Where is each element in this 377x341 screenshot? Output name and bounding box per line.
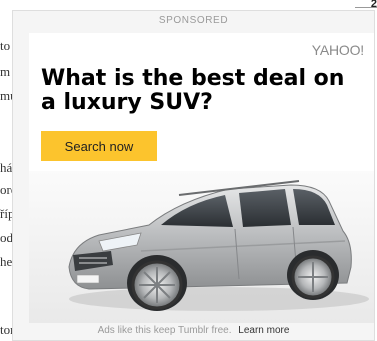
corner-counter: 2 bbox=[355, 0, 377, 8]
article-line: to bbox=[0, 38, 11, 53]
car-icon bbox=[68, 180, 369, 311]
yahoo-logo: YAHOO! bbox=[311, 42, 364, 58]
sponsored-ad-card[interactable]: SPONSORED YAHOO! What is the best deal o… bbox=[12, 10, 375, 341]
footer-text: Ads like this keep Tumblr free. bbox=[97, 325, 232, 336]
ad-footer: Ads like this keep Tumblr free. Learn mo… bbox=[13, 325, 374, 336]
ad-creative[interactable]: YAHOO! What is the best deal on a luxury… bbox=[29, 33, 374, 323]
learn-more-link[interactable]: Learn more bbox=[238, 325, 289, 336]
sponsored-label: SPONSORED bbox=[158, 15, 229, 26]
suv-image[interactable] bbox=[29, 171, 374, 323]
page: to m mu hár oro říp od hel tor 2 SPONSOR… bbox=[0, 0, 377, 341]
search-now-button[interactable]: Search now bbox=[41, 131, 157, 161]
article-line: m bbox=[0, 64, 11, 79]
ad-headline[interactable]: What is the best deal on a luxury SUV? bbox=[41, 67, 366, 115]
